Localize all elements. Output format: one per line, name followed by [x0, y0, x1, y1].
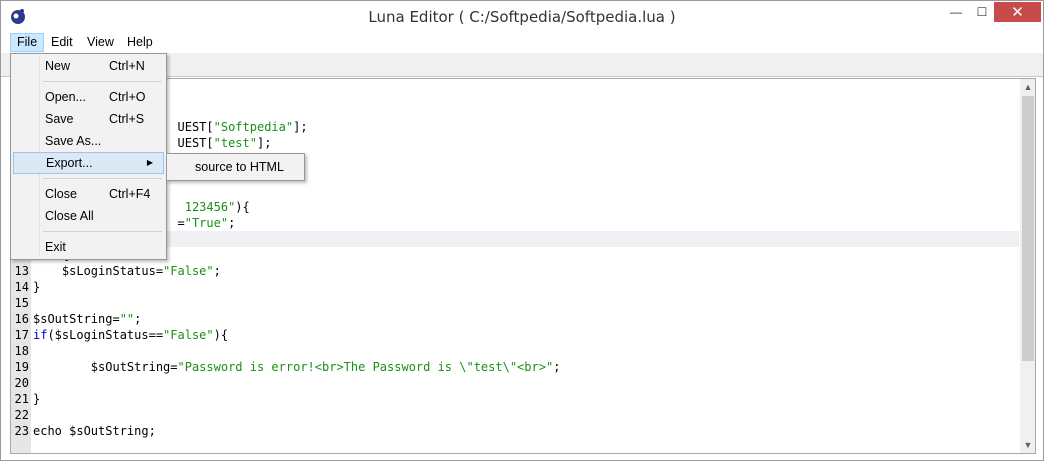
code-string: "Softpedia" — [213, 120, 294, 134]
menu-view[interactable]: View — [81, 33, 120, 52]
menu-item-label: New — [45, 59, 71, 73]
menu-item-label: Close — [45, 187, 77, 201]
code-line[interactable]: 23 echo $sOutString; — [11, 423, 1019, 439]
line-number: 13 — [14, 264, 29, 278]
line-number: 23 — [14, 424, 29, 438]
code-segment: $sLoginStatus= — [33, 264, 164, 278]
close-button[interactable]: ✕ — [994, 2, 1041, 22]
menu-item-label: Open... — [45, 90, 86, 104]
code-string: "False" — [163, 264, 214, 278]
code-string: 123456" — [184, 200, 236, 214]
scroll-down-arrow-icon[interactable]: ▼ — [1020, 437, 1035, 453]
menu-item-shortcut: Ctrl+O — [109, 90, 146, 104]
code-line[interactable]: 13 $sLoginStatus="False"; — [11, 263, 1019, 279]
code-segment: ; — [134, 312, 142, 326]
menu-item-shortcut: Ctrl+N — [109, 59, 145, 73]
menu-separator — [43, 178, 162, 179]
menu-item-label: Save — [45, 112, 74, 126]
code-segment: ]; — [256, 136, 272, 150]
menu-separator — [43, 231, 162, 232]
scrollbar-thumb[interactable] — [1022, 96, 1034, 361]
menu-item-label: Close All — [45, 209, 94, 223]
window-title: Luna Editor ( C:/Softpedia/Softpedia.lua… — [368, 8, 676, 26]
menu-separator — [43, 81, 162, 82]
code-string: "" — [119, 312, 135, 326]
line-number: 19 — [14, 360, 29, 374]
code-line[interactable]: 19 $sOutString="Password is error!<br>Th… — [11, 359, 1019, 375]
code-segment: ]; — [293, 120, 308, 134]
code-line[interactable]: 20 — [11, 375, 1019, 391]
code-line[interactable]: 15 — [11, 295, 1019, 311]
menu-item-label: Export... — [46, 156, 93, 170]
code-string: "True" — [184, 216, 229, 230]
menu-item-label: Exit — [45, 240, 66, 254]
app-window: Luna Editor ( C:/Softpedia/Softpedia.lua… — [0, 0, 1044, 461]
menu-item-save[interactable]: Save Ctrl+S — [13, 108, 164, 130]
line-number: 17 — [14, 328, 29, 342]
menu-item-close[interactable]: Close Ctrl+F4 — [13, 183, 164, 205]
code-text: $sOutString="Password is error!<br>The P… — [33, 359, 561, 375]
code-text: if($sLoginStatus=="False"){ — [33, 327, 228, 343]
code-text: } — [33, 391, 40, 407]
menu-item-save-as[interactable]: Save As... — [13, 130, 164, 152]
line-number: 21 — [14, 392, 29, 406]
menu-help[interactable]: Help — [121, 33, 159, 52]
title-bar[interactable]: Luna Editor ( C:/Softpedia/Softpedia.lua… — [1, 1, 1043, 32]
code-string: "test" — [213, 136, 257, 150]
menu-item-close-all[interactable]: Close All — [13, 205, 164, 227]
code-segment: ; — [228, 216, 236, 230]
code-segment: $sOutString= — [33, 360, 178, 374]
menu-item-shortcut: Ctrl+F4 — [109, 187, 151, 201]
menu-file[interactable]: File — [10, 33, 45, 52]
menu-item-open[interactable]: Open... Ctrl+O — [13, 86, 164, 108]
line-number: 16 — [14, 312, 29, 326]
code-segment: $sOutString= — [33, 312, 120, 326]
vertical-scrollbar[interactable]: ▲ ▼ — [1020, 79, 1035, 453]
code-line[interactable]: 16 $sOutString=""; — [11, 311, 1019, 327]
menu-edit[interactable]: Edit — [45, 33, 79, 52]
code-text: $sOutString=""; — [33, 311, 141, 327]
menu-item-shortcut: Ctrl+S — [109, 112, 145, 126]
line-number: 18 — [14, 344, 29, 358]
menu-item-export[interactable]: Export... ▶ — [13, 152, 164, 174]
code-segment: echo $sOutString; — [33, 424, 156, 438]
code-segment: } — [33, 280, 41, 294]
scroll-up-arrow-icon[interactable]: ▲ — [1020, 79, 1035, 95]
code-keyword: if — [33, 328, 48, 342]
code-text: } — [33, 279, 40, 295]
code-segment: ($sLoginStatus== — [47, 328, 164, 342]
minimize-button[interactable]: — — [943, 2, 969, 22]
line-number: 22 — [14, 408, 29, 422]
menu-item-label: Save As... — [45, 134, 102, 148]
code-string: "Password is error!<br>The Password is \… — [177, 360, 554, 374]
code-line[interactable]: 22 — [11, 407, 1019, 423]
code-segment: ; — [213, 264, 221, 278]
file-menu-dropdown: New Ctrl+N Open... Ctrl+O Save Ctrl+S Sa… — [10, 53, 167, 260]
menu-item-new[interactable]: New Ctrl+N — [13, 55, 164, 77]
line-number: 14 — [14, 280, 29, 294]
code-line[interactable]: 14} — [11, 279, 1019, 295]
submenu-arrow-icon: ▶ — [146, 158, 153, 167]
line-number: 20 — [14, 376, 29, 390]
line-number: 15 — [14, 296, 29, 310]
export-submenu: source to HTML — [166, 153, 305, 181]
code-line[interactable]: 17 if($sLoginStatus=="False"){ — [11, 327, 1019, 343]
code-segment: ){ — [235, 200, 250, 214]
menu-bar: File Edit View Help — [1, 32, 1043, 53]
code-segment: } — [33, 392, 41, 406]
code-text: echo $sOutString; — [33, 423, 156, 439]
menu-item-source-to-html[interactable]: source to HTML — [170, 157, 301, 178]
code-text: $sLoginStatus="False"; — [33, 263, 221, 279]
code-segment: ){ — [213, 328, 229, 342]
maximize-button[interactable]: ☐ — [969, 2, 995, 22]
code-string: "False" — [163, 328, 214, 342]
code-line[interactable]: 21} — [11, 391, 1019, 407]
code-line[interactable]: 18 — [11, 343, 1019, 359]
menu-item-exit[interactable]: Exit — [13, 236, 164, 258]
code-segment: ; — [553, 360, 561, 374]
